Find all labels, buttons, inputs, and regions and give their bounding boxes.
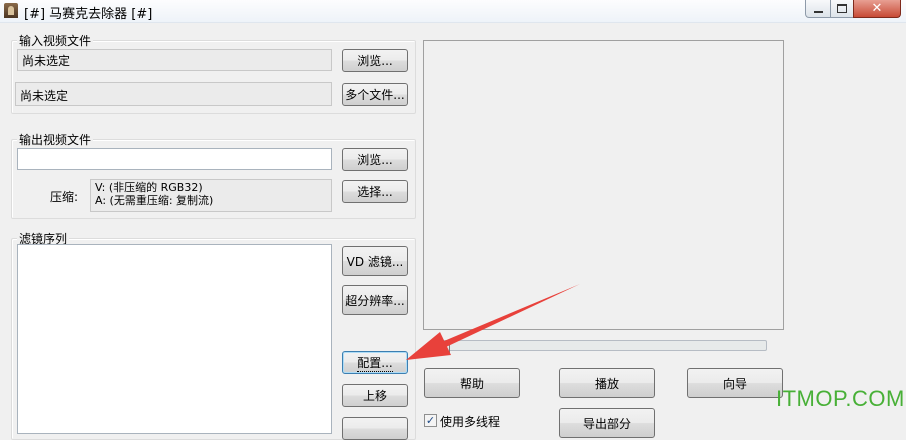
annotation-arrow [406, 284, 580, 360]
arrow-head [406, 332, 451, 360]
site-watermark: ITMOP.COM [776, 386, 905, 411]
arrow-shaft [444, 284, 580, 347]
